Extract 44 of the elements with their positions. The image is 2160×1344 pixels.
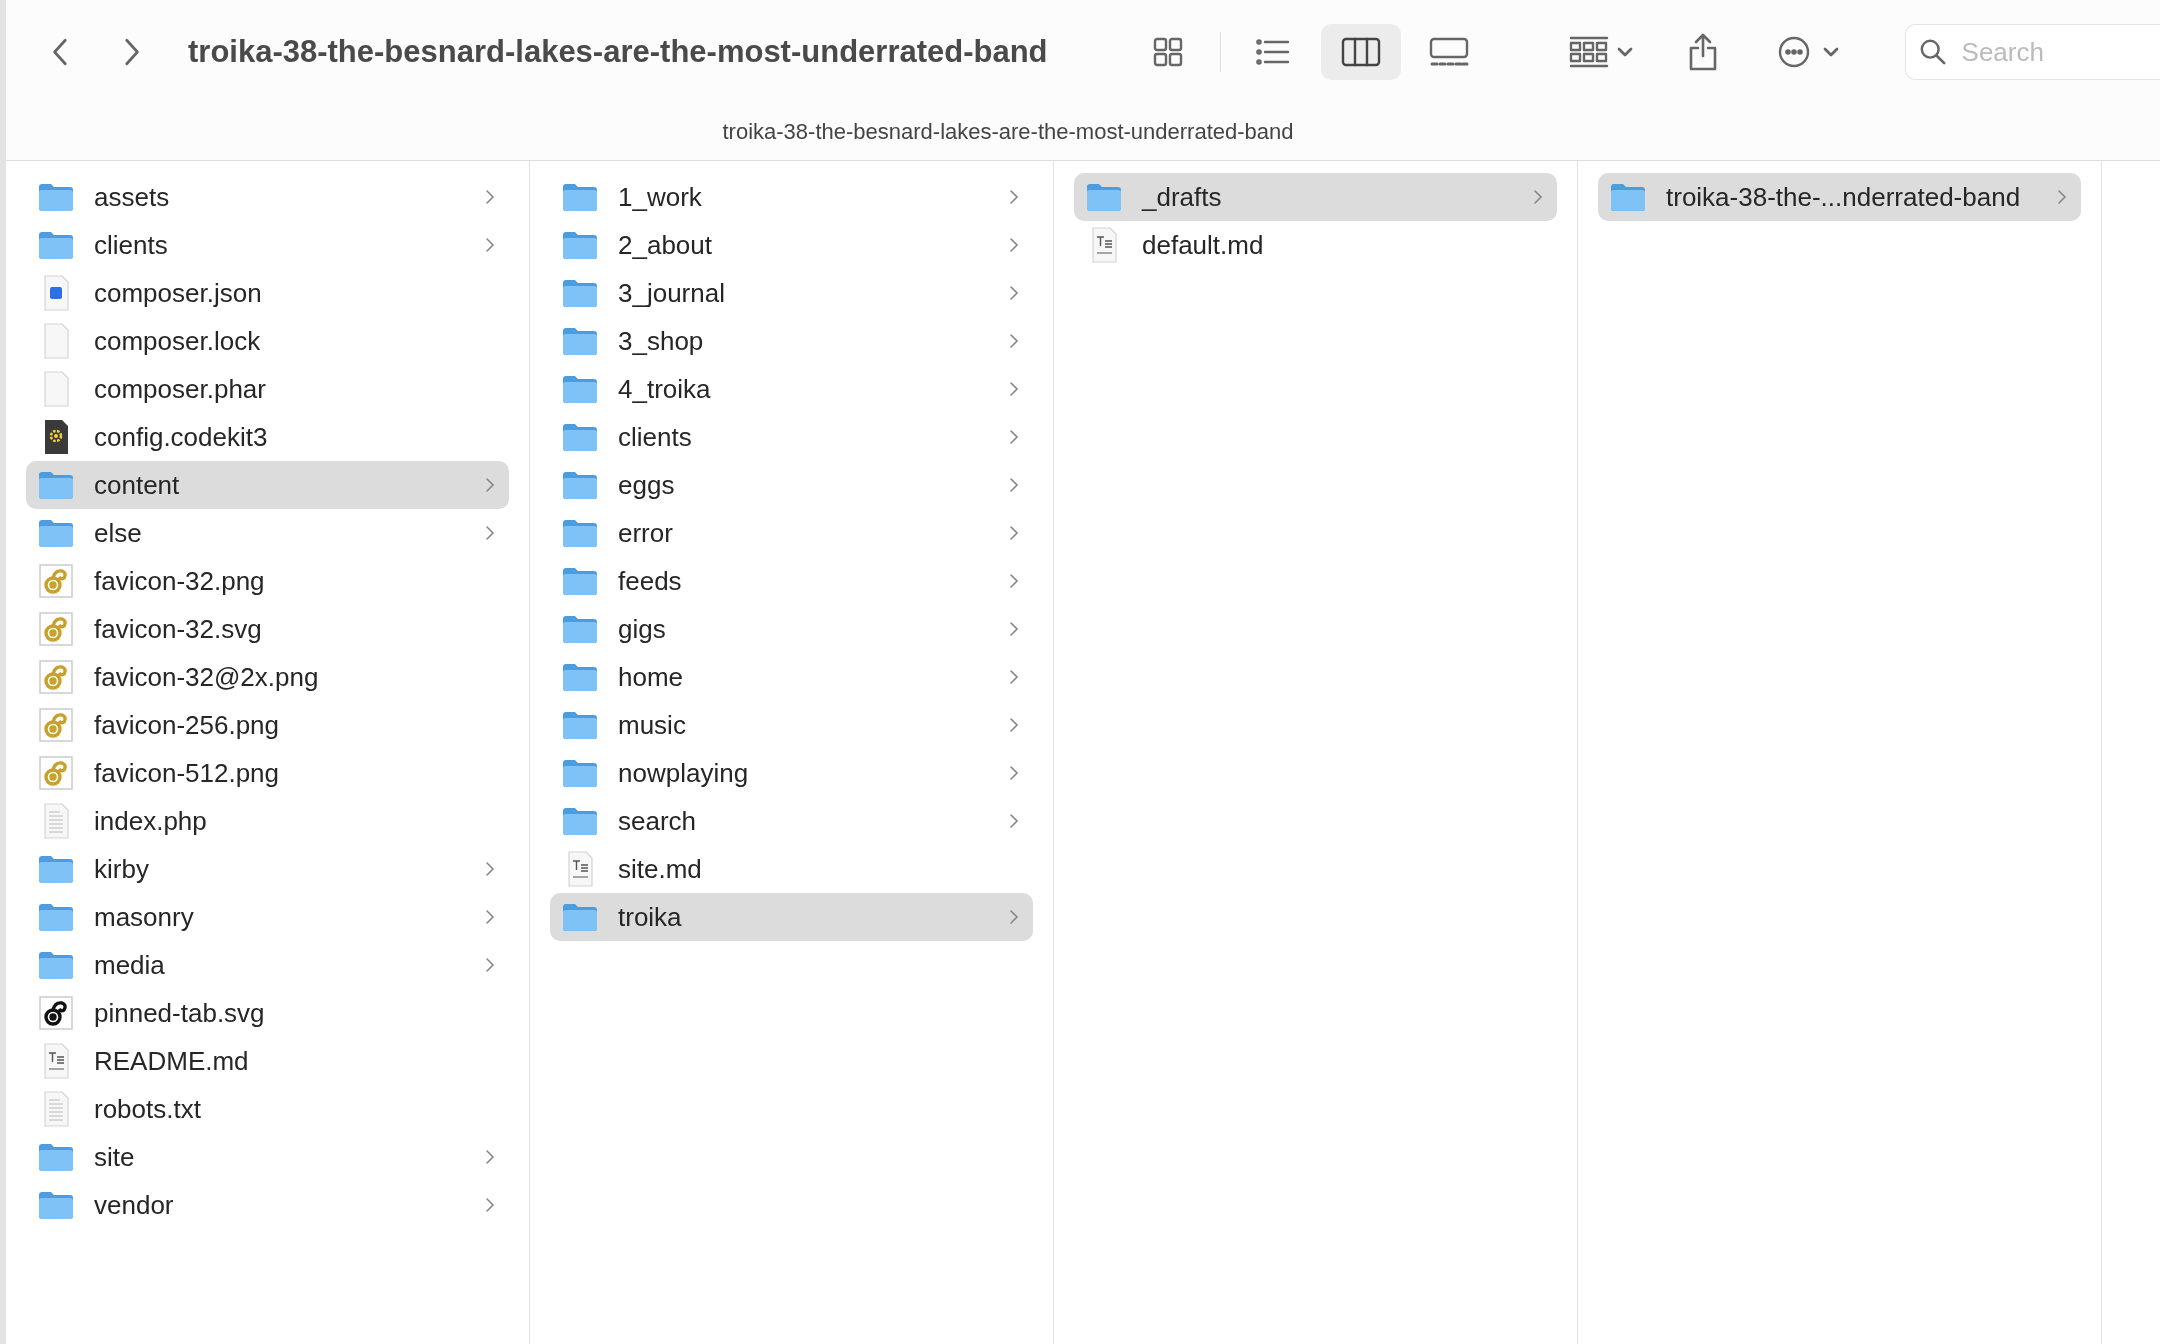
- folder-item[interactable]: troika: [550, 893, 1033, 941]
- folder-item[interactable]: troika-38-the-...nderrated-band: [1598, 173, 2081, 221]
- folder-item[interactable]: home: [550, 653, 1033, 701]
- folder-item[interactable]: nowplaying: [550, 749, 1033, 797]
- file-item[interactable]: index.php: [26, 797, 509, 845]
- folder-item[interactable]: error: [550, 509, 1033, 557]
- file-item[interactable]: pinned-tab.svg: [26, 989, 509, 1037]
- file-item[interactable]: favicon-32@2x.png: [26, 653, 509, 701]
- file-item[interactable]: README.md: [26, 1037, 509, 1085]
- folder-item[interactable]: else: [26, 509, 509, 557]
- folder-item[interactable]: music: [550, 701, 1033, 749]
- search-field[interactable]: Search: [1904, 24, 2160, 80]
- folder-item[interactable]: site: [26, 1133, 509, 1181]
- file-item[interactable]: default.md: [1074, 221, 1557, 269]
- file-item[interactable]: config.codekit3: [26, 413, 509, 461]
- window-title: troika-38-the-besnard-lakes-are-the-most-underrated-band: [188, 34, 1048, 70]
- file-item[interactable]: favicon-32.png: [26, 557, 509, 605]
- file-item[interactable]: composer.json: [26, 269, 509, 317]
- file-item[interactable]: site.md: [550, 845, 1033, 893]
- folder-item[interactable]: content: [26, 461, 509, 509]
- folder-item[interactable]: clients: [26, 221, 509, 269]
- folder-item[interactable]: 1_work: [550, 173, 1033, 221]
- folder-item[interactable]: gigs: [550, 605, 1033, 653]
- folder-item[interactable]: masonry: [26, 893, 509, 941]
- folder-item[interactable]: 2_about: [550, 221, 1033, 269]
- file-item[interactable]: favicon-256.png: [26, 701, 509, 749]
- folder-item[interactable]: media: [26, 941, 509, 989]
- folder-item[interactable]: eggs: [550, 461, 1033, 509]
- folder-item[interactable]: 3_shop: [550, 317, 1033, 365]
- folder-item[interactable]: _drafts: [1074, 173, 1557, 221]
- folder-item[interactable]: assets: [26, 173, 509, 221]
- file-item[interactable]: composer.lock: [26, 317, 509, 365]
- file-item[interactable]: composer.phar: [26, 365, 509, 413]
- file-item[interactable]: favicon-32.svg: [26, 605, 509, 653]
- folder-item[interactable]: vendor: [26, 1181, 509, 1229]
- folder-item[interactable]: 3_journal: [550, 269, 1033, 317]
- file-item[interactable]: robots.txt: [26, 1085, 509, 1133]
- folder-item[interactable]: search: [550, 797, 1033, 845]
- path-label: troika-38-the-besnard-lakes-are-the-most-underrated-band: [722, 119, 1294, 145]
- folder-item[interactable]: feeds: [550, 557, 1033, 605]
- folder-item[interactable]: 4_troika: [550, 365, 1033, 413]
- folder-item[interactable]: clients: [550, 413, 1033, 461]
- folder-item[interactable]: kirby: [26, 845, 509, 893]
- file-item[interactable]: favicon-512.png: [26, 749, 509, 797]
